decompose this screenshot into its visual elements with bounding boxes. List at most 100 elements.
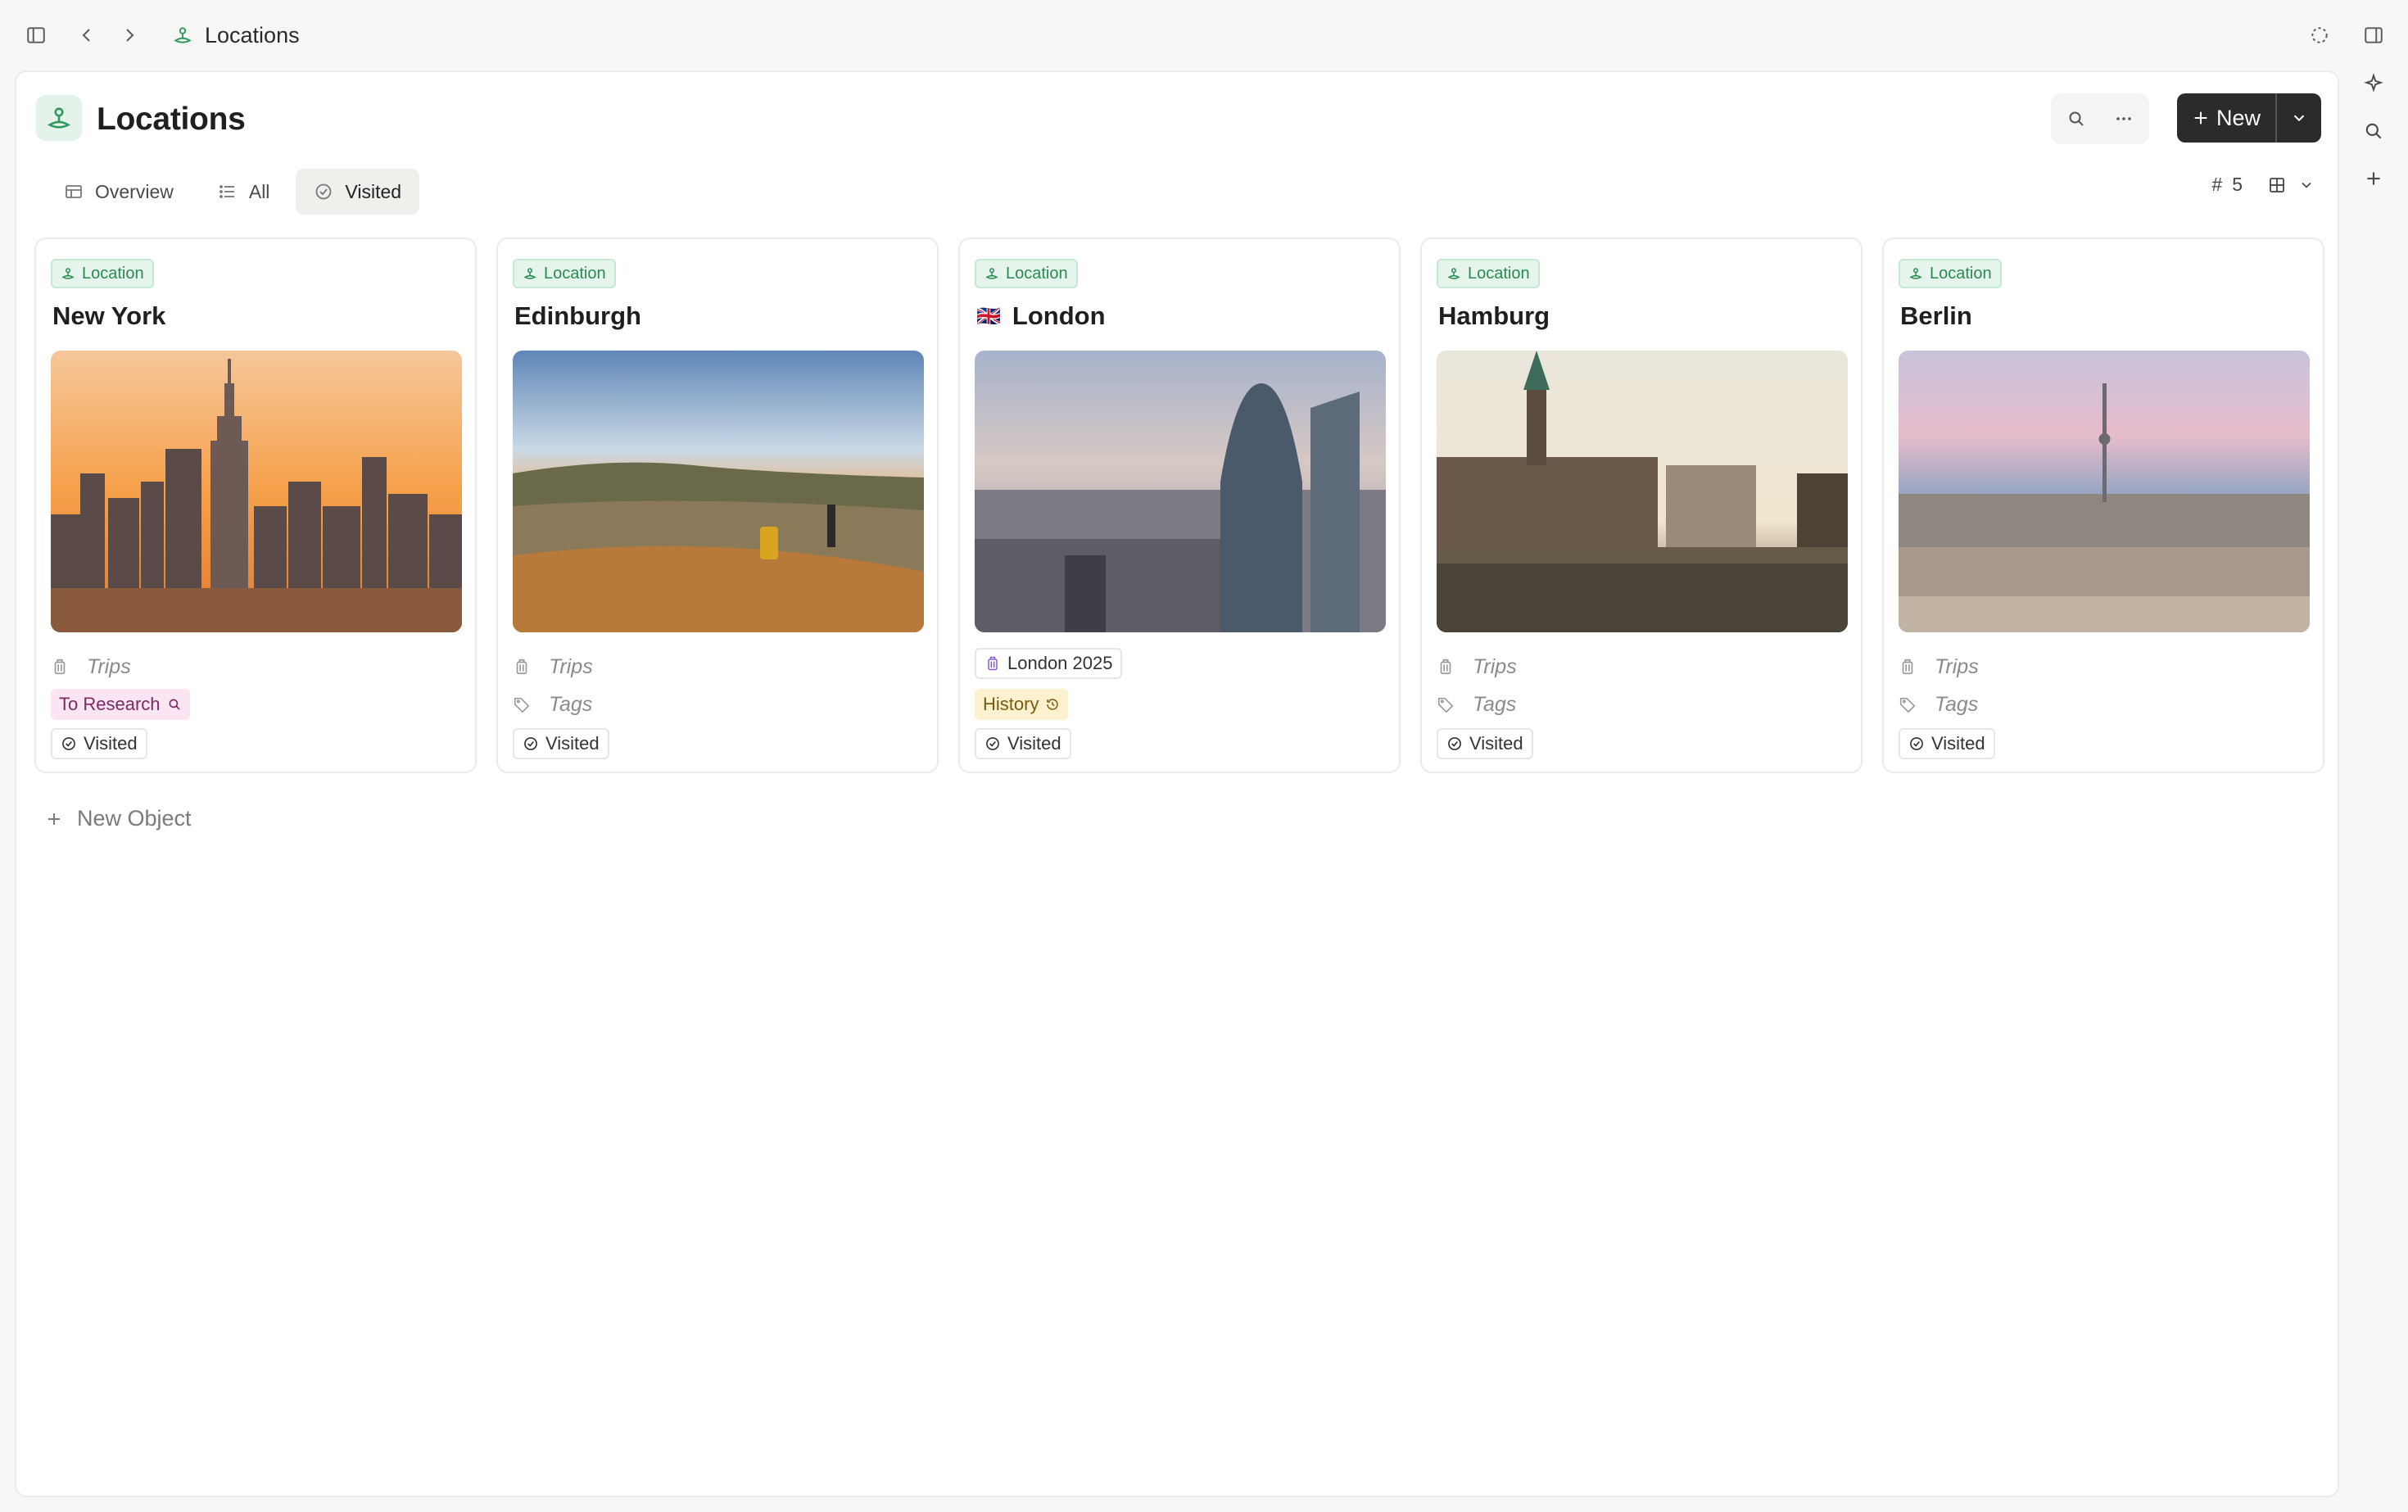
tag-chip[interactable]: To Research: [51, 689, 190, 720]
search-icon: [167, 697, 182, 712]
header-actions: [2051, 93, 2149, 144]
chevron-down-icon[interactable]: [2277, 93, 2321, 143]
card-title-text: New York: [52, 301, 166, 330]
city-panorama-image: [1899, 351, 2310, 632]
trips-property[interactable]: Trips: [513, 650, 593, 683]
card-title-text: London: [1012, 301, 1106, 330]
card-title-text: Edinburgh: [514, 301, 641, 330]
top-bar: Locations: [0, 0, 2408, 70]
view-tools: # 5: [2211, 174, 2315, 196]
status-property[interactable]: Visited: [513, 727, 609, 760]
search-icon[interactable]: [2056, 98, 2097, 139]
back-icon[interactable]: [66, 14, 108, 57]
breadcrumb-label: Locations: [205, 22, 300, 48]
location-pin-icon: [172, 25, 193, 46]
tags-property[interactable]: History: [975, 688, 1069, 721]
tag-chip[interactable]: History: [975, 689, 1069, 720]
list-icon: [218, 182, 238, 201]
tag-icon: [513, 695, 531, 713]
tags-property[interactable]: Tags: [1437, 688, 1516, 721]
rail-add-icon[interactable]: [2352, 157, 2395, 200]
new-object-button[interactable]: New Object: [44, 806, 192, 831]
type-label: Location: [1930, 264, 1992, 283]
status-label: Visited: [84, 733, 138, 754]
status-property[interactable]: Visited: [51, 727, 147, 760]
card-title: Berlin: [1900, 301, 1972, 331]
type-label: Location: [1468, 264, 1530, 283]
breadcrumb[interactable]: Locations: [172, 18, 300, 52]
status-property[interactable]: Visited: [1899, 727, 1995, 760]
tag-icon: [1437, 695, 1455, 713]
location-pin-icon: [984, 266, 999, 281]
location-card[interactable]: Location 🇬🇧 London London 2025 History V…: [958, 238, 1401, 773]
tab-all[interactable]: All: [200, 169, 288, 215]
more-options-icon[interactable]: [2103, 98, 2144, 139]
status-chip[interactable]: Visited: [1437, 728, 1533, 759]
sparkle-icon[interactable]: [2352, 62, 2395, 105]
object-count[interactable]: # 5: [2211, 174, 2243, 196]
check-circle-icon: [1446, 736, 1463, 752]
check-circle-icon: [314, 182, 333, 201]
type-label: Location: [82, 264, 144, 283]
status-chip[interactable]: Visited: [513, 728, 609, 759]
location-card[interactable]: Location Hamburg Trips Tags Visited: [1420, 238, 1863, 773]
type-badge[interactable]: Location: [1899, 259, 2002, 288]
suitcase-icon: [1437, 658, 1455, 676]
card-title-text: Berlin: [1900, 301, 1972, 330]
location-card[interactable]: Location Edinburgh Trips Tags Visited: [496, 238, 939, 773]
plus-icon: [44, 809, 64, 829]
type-badge[interactable]: Location: [51, 259, 154, 288]
type-badge[interactable]: Location: [975, 259, 1078, 288]
trips-property[interactable]: Trips: [1437, 650, 1517, 683]
tag-label: History: [983, 694, 1039, 714]
sync-status-icon[interactable]: [2298, 14, 2341, 57]
trips-placeholder: Trips: [1473, 654, 1517, 678]
trips-placeholder: Trips: [87, 654, 131, 678]
status-label: Visited: [545, 733, 600, 754]
tab-visited[interactable]: Visited: [296, 169, 420, 215]
status-label: Visited: [1931, 733, 1985, 754]
status-property[interactable]: Visited: [1437, 727, 1533, 760]
card-title-text: Hamburg: [1438, 301, 1550, 330]
location-pin-icon: [1446, 266, 1461, 281]
status-property[interactable]: Visited: [975, 727, 1071, 760]
status-chip[interactable]: Visited: [1899, 728, 1995, 759]
location-card[interactable]: Location New York Trips To Research Visi…: [34, 238, 477, 773]
suitcase-icon: [1899, 658, 1917, 676]
trips-property[interactable]: London 2025: [975, 647, 1123, 680]
location-card[interactable]: Location Berlin Trips Tags Visited: [1882, 238, 2324, 773]
trips-property[interactable]: Trips: [1899, 650, 1979, 683]
rail-search-icon[interactable]: [2352, 110, 2395, 152]
trips-property[interactable]: Trips: [51, 650, 131, 683]
new-button[interactable]: New: [2177, 93, 2321, 143]
database-location-icon[interactable]: [36, 95, 82, 141]
forward-icon[interactable]: [108, 14, 151, 57]
location-pin-icon: [1908, 266, 1923, 281]
new-main-button[interactable]: New: [2177, 93, 2275, 143]
tags-property[interactable]: Tags: [513, 688, 592, 721]
check-circle-icon: [984, 736, 1001, 752]
type-badge[interactable]: Location: [1437, 259, 1540, 288]
trip-label: London 2025: [1007, 653, 1113, 673]
tag-label: To Research: [59, 694, 161, 714]
type-label: Location: [544, 264, 606, 283]
layout-selector[interactable]: [2267, 175, 2315, 195]
hash-icon: #: [2211, 174, 2223, 195]
sidebar-toggle-icon[interactable]: [15, 14, 57, 57]
right-panel-toggle-icon[interactable]: [2352, 14, 2395, 57]
new-button-label: New: [2216, 105, 2261, 130]
tags-property[interactable]: Tags: [1899, 688, 1978, 721]
tab-overview[interactable]: Overview: [46, 169, 192, 215]
location-pin-icon: [523, 266, 537, 281]
tab-label: All: [248, 180, 270, 202]
city-skyline-image: [975, 351, 1386, 632]
status-chip[interactable]: Visited: [51, 728, 147, 759]
check-circle-icon: [61, 736, 77, 752]
tags-property[interactable]: To Research: [51, 688, 190, 721]
plus-icon: [2192, 109, 2210, 127]
trip-chip[interactable]: London 2025: [975, 648, 1123, 679]
type-badge[interactable]: Location: [513, 259, 616, 288]
chevron-down-icon: [2298, 177, 2315, 193]
status-chip[interactable]: Visited: [975, 728, 1071, 759]
card-title: Edinburgh: [514, 301, 641, 331]
